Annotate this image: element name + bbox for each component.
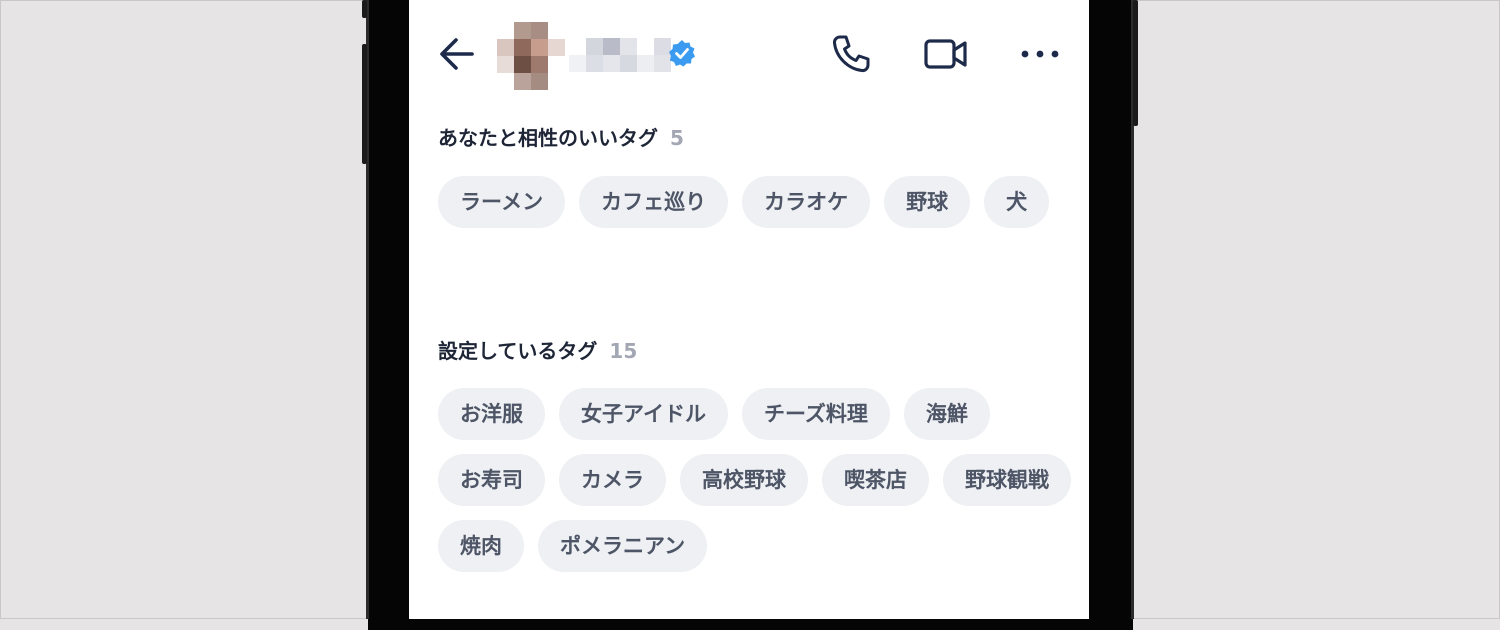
tag-chip[interactable]: 女子アイドル (559, 388, 728, 440)
chat-header (409, 0, 1089, 100)
my-tags-heading: 設定しているタグ 15 (438, 335, 637, 364)
compatible-tags-title: あなたと相性のいいタグ (438, 126, 658, 150)
avatar-mosaic-cell (514, 56, 531, 73)
video-call-button[interactable] (921, 30, 971, 78)
name-mosaic-cell (569, 55, 586, 72)
tag-chip[interactable]: 喫茶店 (822, 454, 929, 506)
avatar[interactable] (497, 22, 577, 90)
my-tags-title: 設定しているタグ (438, 339, 598, 363)
tag-chip[interactable]: カフェ巡り (579, 176, 729, 228)
tag-chip[interactable]: 犬 (984, 176, 1050, 228)
name-mosaic-cell (603, 38, 620, 55)
avatar-mosaic-cell (531, 73, 548, 90)
avatar-mosaic-cell (497, 73, 514, 90)
avatar-mosaic-cell (497, 39, 514, 56)
name-mosaic-cell (586, 55, 603, 72)
avatar-mosaic-cell (497, 22, 514, 39)
tag-chip[interactable]: チーズ料理 (741, 388, 890, 440)
avatar-mosaic-cell (531, 22, 548, 39)
tag-chip[interactable]: カメラ (559, 454, 666, 506)
back-button[interactable] (437, 34, 477, 74)
avatar-mosaic-cell (548, 39, 565, 56)
name-mosaic-cell (637, 55, 654, 72)
avatar-mosaic-cell (548, 22, 565, 39)
more-horizontal-icon (1021, 50, 1059, 58)
phone-power-button (1133, 0, 1138, 126)
phone-volume-button (362, 44, 367, 164)
phone-side-button (362, 0, 367, 18)
phone-icon (832, 35, 870, 73)
tag-chip[interactable]: 高校野球 (680, 454, 808, 506)
avatar-mosaic-cell (514, 73, 531, 90)
compatible-tags-count: 5 (670, 126, 684, 150)
app-screen: あなたと相性のいいタグ 5 ラーメン カフェ巡り カラオケ 野球 犬 設定している… (409, 0, 1089, 619)
tag-chip[interactable]: 焼肉 (438, 520, 524, 572)
tag-chip[interactable]: カラオケ (742, 176, 871, 228)
user-name-pixelated (569, 38, 671, 74)
tag-chip[interactable]: ラーメン (438, 176, 566, 228)
name-mosaic-cell (620, 38, 637, 55)
avatar-mosaic-cell (531, 39, 548, 56)
compatible-tags-heading: あなたと相性のいいタグ 5 (438, 122, 684, 151)
compatible-tags-list: ラーメン カフェ巡り カラオケ 野球 犬 (438, 176, 1078, 228)
avatar-mosaic-cell (497, 56, 514, 73)
tag-chip[interactable]: ポメラニアン (538, 520, 708, 572)
my-tags-list: お洋服 女子アイドル チーズ料理 海鮮 お寿司 カメラ 高校野球 喫茶店 野球観… (438, 388, 1078, 572)
name-mosaic-cell (637, 38, 654, 55)
my-tags-count: 15 (609, 339, 638, 363)
name-mosaic-cell (569, 38, 586, 55)
tag-chip[interactable]: お寿司 (438, 454, 545, 506)
tag-chip[interactable]: 海鮮 (903, 388, 990, 440)
arrow-left-icon (440, 38, 474, 70)
video-camera-icon (924, 39, 967, 69)
verified-badge-icon (667, 38, 697, 68)
name-mosaic-cell (603, 55, 620, 72)
more-options-button[interactable] (1015, 30, 1065, 78)
tag-chip[interactable]: 野球 (884, 176, 971, 228)
avatar-mosaic-cell (548, 73, 565, 90)
avatar-mosaic-cell (514, 22, 531, 39)
avatar-mosaic-cell (514, 39, 531, 56)
call-button[interactable] (827, 30, 875, 78)
avatar-mosaic-cell (531, 56, 548, 73)
tag-chip[interactable]: 野球観戦 (943, 454, 1071, 506)
avatar-mosaic-cell (548, 56, 565, 73)
name-mosaic-cell (586, 38, 603, 55)
tag-chip[interactable]: お洋服 (438, 388, 545, 440)
name-mosaic-cell (620, 55, 637, 72)
